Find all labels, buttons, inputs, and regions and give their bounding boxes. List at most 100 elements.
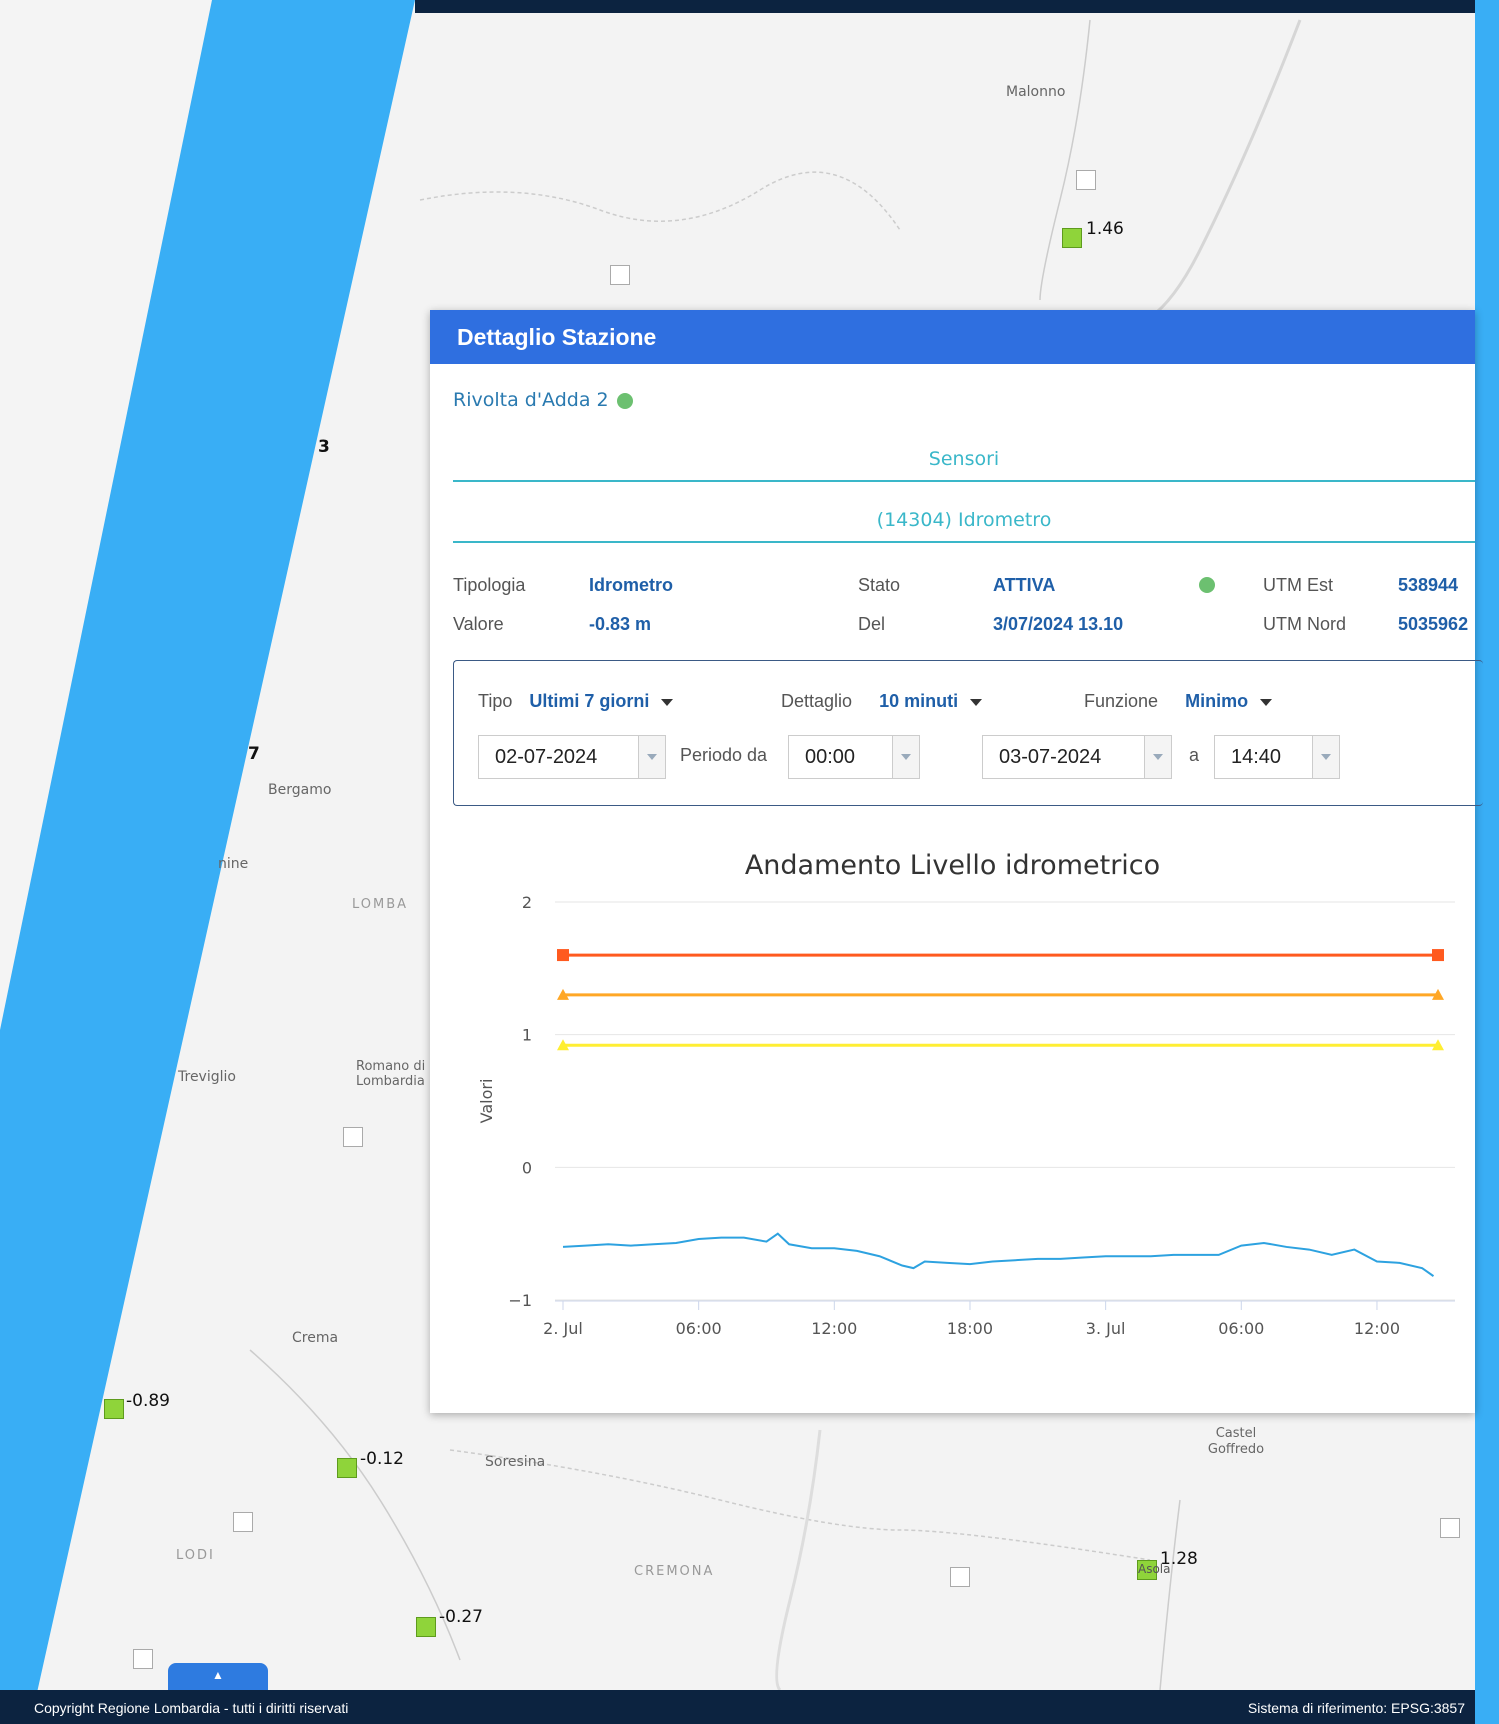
chevron-down-icon[interactable] (638, 736, 665, 778)
x-tick-label: 3. Jul (1086, 1319, 1126, 1338)
status-dot-icon (616, 392, 633, 409)
time-to-input[interactable]: 14:40 (1214, 735, 1340, 779)
map-label-lodi: LODI (176, 1548, 215, 1563)
tab-sensori[interactable]: Sensori (453, 438, 1475, 482)
stato-label: Stato (858, 575, 901, 595)
funzione-label: Funzione (1084, 691, 1159, 711)
status-dot-icon (1199, 577, 1215, 593)
map-label-lomba: LOMBA (352, 897, 409, 912)
chevron-up-icon: ▲ (212, 1668, 224, 1682)
station-detail-panel: Dettaglio Stazione Rivolta d'Adda 2 Sens… (430, 310, 1483, 1413)
station-marker[interactable] (1062, 228, 1082, 248)
date-to-input[interactable]: 03-07-2024 (982, 735, 1172, 779)
chevron-down-icon[interactable] (1144, 736, 1171, 778)
funzione-select[interactable]: Funzione Minimo (1084, 691, 1273, 712)
del-value: 3/07/2024 13.10 (993, 614, 1124, 634)
utm-nord-label: UTM Nord (1263, 614, 1347, 634)
station-marker[interactable] (416, 1617, 436, 1637)
station-name[interactable]: Rivolta d'Adda 2 (453, 389, 633, 411)
filter-box: Tipo Ultimi 7 giorni Dettaglio 10 minuti… (453, 660, 1483, 806)
x-tick-label: 12:00 (1354, 1319, 1400, 1338)
expand-panel-button[interactable]: ▲ (168, 1663, 268, 1691)
station-marker[interactable] (337, 1458, 357, 1478)
station-marker-empty[interactable] (950, 1567, 970, 1587)
map-label-nine: nine (218, 856, 249, 872)
footer: Copyright Regione Lombardia - tutti i di… (0, 1690, 1475, 1724)
station-marker-empty[interactable] (1076, 170, 1096, 190)
station-name-label: Rivolta d'Adda 2 (453, 389, 609, 411)
info-row-1: Tipologia Idrometro Stato ATTIVA UTM Est… (453, 575, 1475, 599)
map-label-crema: Crema (292, 1330, 339, 1346)
map-label-malonno: Malonno (1006, 84, 1066, 100)
y-tick-label: 1 (522, 1026, 532, 1045)
utm-nord-value: 5035962 (1398, 614, 1469, 634)
station-value: 3 (318, 437, 330, 457)
y-tick-label: 2 (522, 893, 532, 912)
chevron-down-icon (970, 698, 983, 706)
station-value: -0.12 (360, 1449, 404, 1469)
station-value: -0.89 (126, 1391, 170, 1411)
dettaglio-label: Dettaglio (781, 691, 853, 711)
chevron-down-icon[interactable] (1312, 736, 1339, 778)
funzione-value: Minimo (1185, 691, 1249, 711)
srs-text: Sistema di riferimento: EPSG:3857 (1247, 1700, 1465, 1716)
stato-value: ATTIVA (993, 575, 1056, 595)
station-marker-empty[interactable] (343, 1127, 363, 1147)
date-from-input[interactable]: 02-07-2024 (478, 735, 666, 779)
y-tick-label: 0 (522, 1158, 532, 1177)
x-tick-label: 06:00 (1218, 1319, 1264, 1338)
time-to-value: 14:40 (1231, 746, 1282, 768)
x-tick-label: 18:00 (947, 1319, 993, 1338)
valore-label: Valore (453, 614, 504, 634)
chevron-down-icon[interactable] (892, 736, 919, 778)
map-label-bergamo: Bergamo (268, 782, 332, 798)
periodo-label: Periodo da (680, 745, 768, 765)
chart-title: Andamento Livello idrometrico (744, 850, 1161, 881)
utm-est-label: UTM Est (1263, 575, 1333, 595)
date-to-value: 03-07-2024 (999, 746, 1102, 768)
station-marker-empty[interactable] (133, 1649, 153, 1669)
station-marker-empty[interactable] (610, 265, 630, 285)
x-tick-label: 12:00 (811, 1319, 857, 1338)
utm-est-value: 538944 (1398, 575, 1459, 595)
tipo-value: Ultimi 7 giorni (529, 691, 650, 711)
level-chart[interactable]: −1 0 1 2 2. Jul 06:00 12:00 18:00 3. Jul 06:00 12:… (430, 890, 1475, 1390)
tab-sensor-idrometro[interactable]: (14304) Idrometro (453, 499, 1475, 543)
tipologia-value: Idrometro (589, 575, 674, 595)
date-from-value: 02-07-2024 (495, 746, 598, 768)
dettaglio-select[interactable]: Dettaglio 10 minuti (781, 691, 983, 712)
tipo-select[interactable]: Tipo Ultimi 7 giorni (478, 691, 674, 712)
time-from-value: 00:00 (805, 746, 856, 768)
y-axis-label: Valori (477, 1079, 496, 1124)
info-row-2: Valore -0.83 m Del 3/07/2024 13.10 UTM N… (453, 614, 1475, 638)
station-marker[interactable] (104, 1399, 124, 1419)
x-tick-label: 2. Jul (543, 1319, 583, 1338)
series-point (557, 949, 569, 962)
station-value: 1.46 (1086, 219, 1124, 239)
station-value: 7 (248, 744, 260, 764)
station-value: 1.28 (1160, 1549, 1198, 1569)
valore-value: -0.83 m (589, 614, 652, 634)
map-label-cremona: CREMONA (634, 1564, 715, 1579)
map-label-treviglio: Treviglio (178, 1069, 236, 1085)
top-bar (415, 0, 1475, 13)
station-marker-empty[interactable] (233, 1512, 253, 1532)
x-tick-label: 06:00 (676, 1319, 722, 1338)
dettaglio-value: 10 minuti (879, 691, 959, 711)
map-label-soresina: Soresina (485, 1454, 546, 1470)
series-point (1432, 949, 1444, 962)
copyright-text: Copyright Regione Lombardia - tutti i di… (34, 1700, 349, 1716)
station-marker-empty[interactable] (1440, 1518, 1460, 1538)
tipologia-label: Tipologia (453, 575, 526, 595)
map-label-castel-goffredo: Castel Goffredo (1207, 1426, 1265, 1457)
map-label-romano: Romano di Lombardia (356, 1059, 426, 1089)
a-label: a (1189, 745, 1200, 765)
y-tick-label: −1 (508, 1291, 532, 1310)
del-label: Del (858, 614, 886, 634)
chevron-down-icon (661, 698, 674, 706)
time-from-input[interactable]: 00:00 (788, 735, 920, 779)
series-line (562, 1232, 1435, 1277)
tipo-label: Tipo (478, 691, 513, 711)
chevron-down-icon (1260, 698, 1273, 706)
station-value: -0.27 (439, 1607, 483, 1627)
